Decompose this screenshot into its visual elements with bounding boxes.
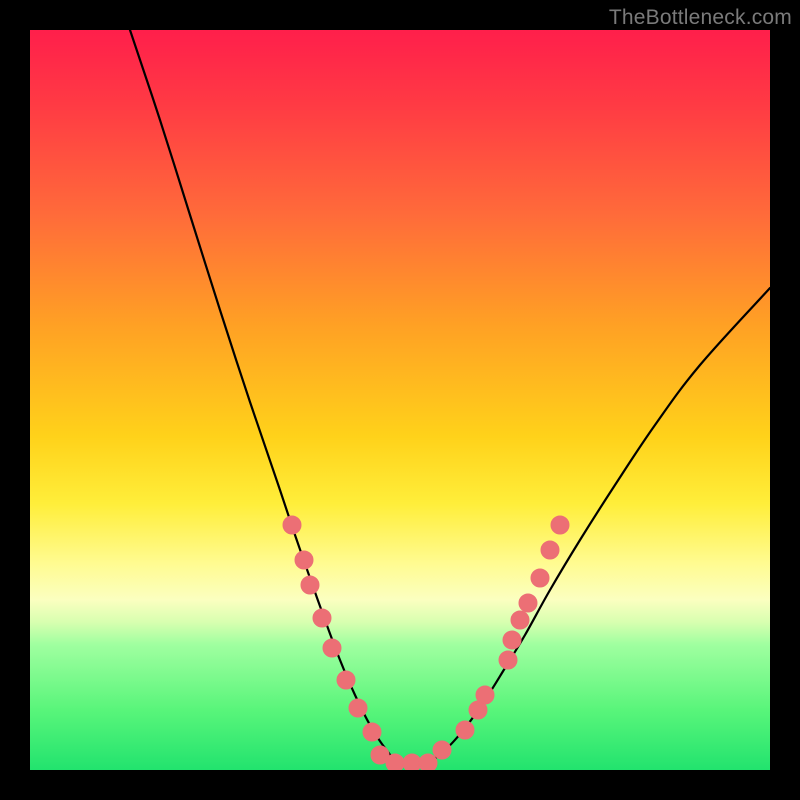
watermark-text: TheBottleneck.com (609, 6, 792, 30)
scatter-dots (283, 516, 569, 770)
chart-frame: TheBottleneck.com (0, 0, 800, 800)
scatter-dot (476, 686, 494, 704)
scatter-dot (295, 551, 313, 569)
scatter-dot (531, 569, 549, 587)
scatter-dot (499, 651, 517, 669)
scatter-dot (301, 576, 319, 594)
plot-area (30, 30, 770, 770)
scatter-dot (386, 754, 404, 770)
scatter-dot (541, 541, 559, 559)
bottleneck-curve (130, 30, 770, 765)
chart-svg (30, 30, 770, 770)
scatter-dot (419, 754, 437, 770)
scatter-dot (313, 609, 331, 627)
scatter-dot (456, 721, 474, 739)
scatter-dot (503, 631, 521, 649)
scatter-dot (283, 516, 301, 534)
scatter-dot (511, 611, 529, 629)
scatter-dot (363, 723, 381, 741)
scatter-dot (323, 639, 341, 657)
scatter-dot (403, 754, 421, 770)
scatter-dot (519, 594, 537, 612)
scatter-dot (337, 671, 355, 689)
scatter-dot (551, 516, 569, 534)
scatter-dot (349, 699, 367, 717)
scatter-dot (433, 741, 451, 759)
